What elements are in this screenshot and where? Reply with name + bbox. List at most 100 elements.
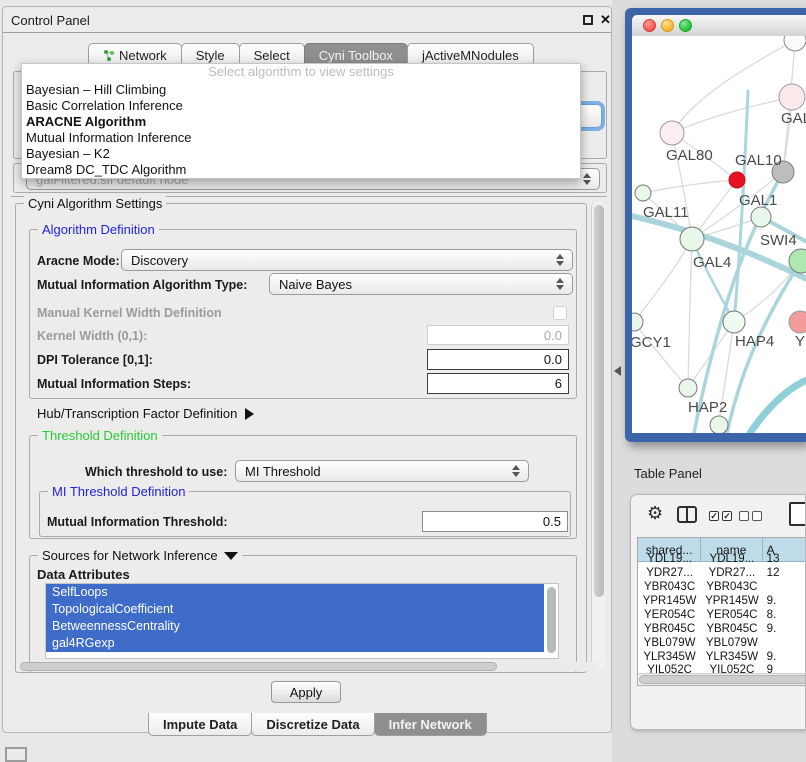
- new-table-icon[interactable]: [789, 502, 806, 526]
- chevron-down-icon[interactable]: [224, 552, 238, 560]
- settings-hscrollbar-thumb[interactable]: [20, 662, 497, 671]
- mi-steps-field[interactable]: 6: [427, 373, 569, 394]
- tab-discretize-data[interactable]: Discretize Data: [251, 713, 374, 736]
- cell: [763, 636, 806, 650]
- sources-group-title: Sources for Network Inference: [42, 548, 218, 563]
- mi-threshold-group-title: MI Threshold Definition: [48, 484, 189, 499]
- attribute-item[interactable]: TopologicalCoefficient: [46, 601, 544, 618]
- tab-infer-network-label: Infer Network: [389, 717, 472, 732]
- deselect-all-columns-icon[interactable]: [739, 511, 762, 521]
- gear-icon[interactable]: ⚙: [647, 503, 663, 524]
- algorithm-option[interactable]: Mutual Information Inference: [22, 130, 580, 146]
- table-row[interactable]: YLR345WYLR345W9.: [638, 650, 806, 664]
- network-canvas[interactable]: GAL GAL80 GAL10 GAL1 GAL11 SWI4 GAL4 GCY…: [632, 36, 806, 433]
- dpi-tolerance-field[interactable]: 0.0: [427, 349, 569, 370]
- settings-scrollbar[interactable]: [591, 201, 605, 669]
- popup-placeholder: Select algorithm to view settings: [22, 64, 580, 82]
- settings-hscrollbar[interactable]: [19, 662, 599, 671]
- node-table: shared... name A YDL19...YDL19...13 YDR2…: [637, 537, 806, 686]
- node-gal80[interactable]: [660, 121, 684, 145]
- table-row[interactable]: YPR145WYPR145W9.: [638, 594, 806, 608]
- tab-jactivemnodules-label: jActiveMNodules: [422, 48, 519, 63]
- node-label: GAL: [781, 110, 806, 127]
- algorithm-option-selected[interactable]: ARACNE Algorithm: [22, 114, 580, 130]
- network-window-titlebar[interactable]: [632, 15, 806, 36]
- mi-algorithm-type-select[interactable]: Naive Bayes: [269, 273, 573, 295]
- cyni-bottom-tabbar: Impute Data Discretize Data Infer Networ…: [149, 713, 487, 736]
- node-selected-red[interactable]: [729, 172, 745, 188]
- node-gal-partial[interactable]: [779, 84, 805, 110]
- cell: 8.: [763, 608, 806, 622]
- aracne-mode-select[interactable]: Discovery: [121, 249, 573, 271]
- table-row[interactable]: YBR045CYBR045C9.: [638, 622, 806, 636]
- split-view-icon[interactable]: [677, 506, 697, 523]
- tab-cyni-toolbox-label: Cyni Toolbox: [319, 48, 393, 63]
- manual-kernel-checkbox[interactable]: [553, 306, 567, 320]
- splitter-collapse-arrow-icon[interactable]: [614, 366, 621, 376]
- apply-button[interactable]: Apply: [271, 681, 341, 703]
- attribute-item[interactable]: gal4RGexp: [46, 635, 544, 652]
- apply-button-label: Apply: [290, 685, 323, 700]
- minimize-traffic-light[interactable]: [661, 19, 674, 32]
- tab-impute-data[interactable]: Impute Data: [148, 713, 252, 736]
- settings-scrollbar-thumb[interactable]: [594, 205, 604, 597]
- node-gal11[interactable]: [635, 185, 651, 201]
- select-all-columns-icon[interactable]: ✓✓: [709, 511, 732, 521]
- tab-style-label: Style: [196, 48, 225, 63]
- table-row[interactable]: YER054CYER054C8.: [638, 608, 806, 622]
- stepper-arrows-icon: [552, 254, 568, 266]
- node-hap2[interactable]: [679, 379, 697, 397]
- close-panel-icon[interactable]: ✕: [600, 12, 611, 28]
- node-label: GAL4: [693, 254, 731, 271]
- cell: YLR345W: [701, 650, 763, 664]
- close-traffic-light[interactable]: [643, 19, 656, 32]
- zoom-traffic-light[interactable]: [679, 19, 692, 32]
- node-gal1[interactable]: [751, 207, 771, 227]
- settings-group-title: Cyni Algorithm Settings: [24, 196, 166, 211]
- table-row[interactable]: YBL079WYBL079W: [638, 636, 806, 650]
- control-panel-title: Control Panel: [11, 13, 90, 28]
- node-label: GCY1: [632, 334, 671, 351]
- kernel-width-field[interactable]: 0.0: [427, 325, 569, 345]
- algorithm-definition-title: Algorithm Definition: [38, 222, 159, 237]
- hub-definition-toggle[interactable]: Hub/Transcription Factor Definition: [37, 406, 254, 421]
- node-salmon[interactable]: [789, 311, 806, 333]
- table-row[interactable]: YDR27...YDR27...12: [638, 566, 806, 580]
- algorithm-option[interactable]: Basic Correlation Inference: [22, 98, 580, 114]
- tab-impute-data-label: Impute Data: [163, 717, 237, 732]
- table-hscrollbar[interactable]: [638, 673, 806, 685]
- aracne-mode-value: Discovery: [122, 253, 552, 268]
- table-row[interactable]: YIL052CYIL052C9: [638, 664, 806, 673]
- node-label: GAL11: [643, 204, 689, 221]
- minimized-panel-icon[interactable]: [5, 747, 27, 762]
- table-hscrollbar-thumb[interactable]: [639, 675, 806, 684]
- attributes-scrollbar-thumb[interactable]: [547, 587, 556, 653]
- algorithm-dropdown-popup: Select algorithm to view settings Bayesi…: [21, 63, 581, 179]
- which-threshold-select[interactable]: MI Threshold: [235, 460, 529, 482]
- table-row[interactable]: YDL19...YDL19...13: [638, 552, 806, 566]
- algorithm-option[interactable]: Dream8 DC_TDC Algorithm: [22, 162, 580, 178]
- cell: YBL079W: [638, 636, 701, 650]
- table-row[interactable]: YBR043CYBR043C: [638, 580, 806, 594]
- node-partial-top[interactable]: [784, 36, 806, 51]
- dpi-tolerance-value: 0.0: [544, 352, 562, 367]
- mi-threshold-field[interactable]: 0.5: [422, 511, 568, 532]
- cell: YPR145W: [701, 594, 763, 608]
- cell: 13: [763, 552, 806, 566]
- cell: 12: [763, 566, 806, 580]
- tab-infer-network[interactable]: Infer Network: [374, 713, 487, 736]
- cell: YPR145W: [638, 594, 701, 608]
- node-hap4[interactable]: [723, 311, 745, 333]
- algorithm-option[interactable]: Bayesian – K2: [22, 146, 580, 162]
- node-gal4[interactable]: [680, 227, 704, 251]
- node-label: GAL1: [739, 192, 777, 209]
- attribute-item[interactable]: BetweennessCentrality: [46, 618, 544, 635]
- aracne-mode-label: Aracne Mode:: [37, 254, 120, 268]
- float-panel-icon[interactable]: [583, 15, 593, 25]
- algorithm-option[interactable]: Bayesian – Hill Climbing: [22, 82, 580, 98]
- node-partial-bottom[interactable]: [710, 416, 728, 433]
- control-panel-window: Control Panel ✕ Network Style Select Cyn…: [2, 6, 612, 733]
- node-gcy1[interactable]: [632, 313, 643, 331]
- cell: 9.: [763, 594, 806, 608]
- attribute-item[interactable]: SelfLoops: [46, 584, 544, 601]
